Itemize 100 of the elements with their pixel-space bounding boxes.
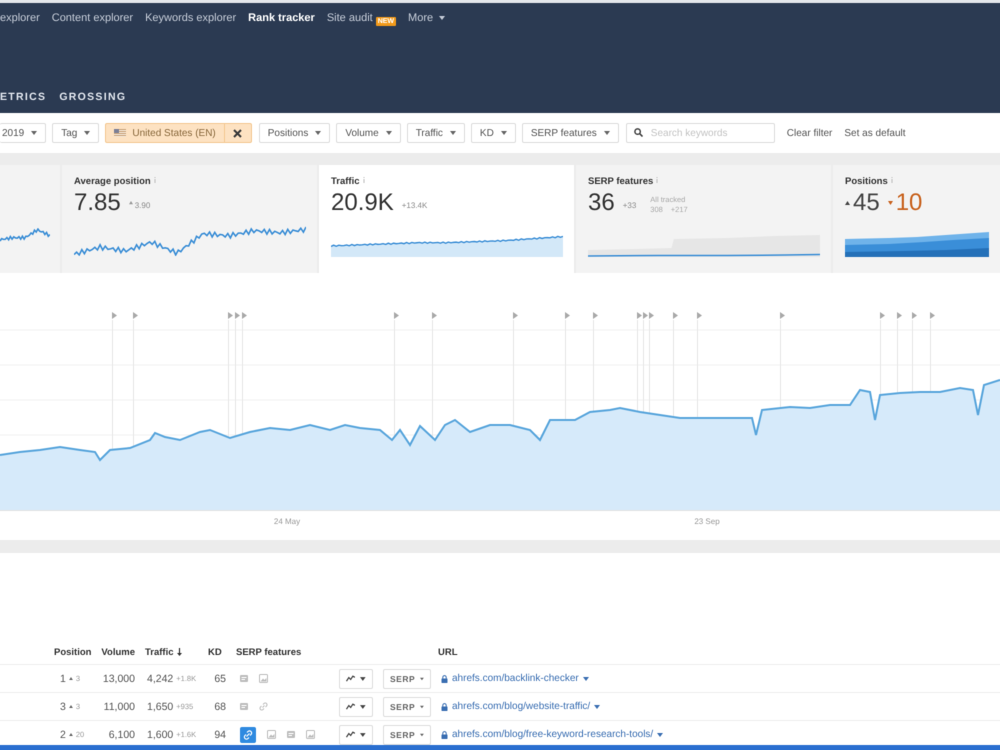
flag-marker-icon[interactable]	[432, 312, 437, 319]
metric-title: SERP features	[588, 177, 654, 187]
caret-icon	[31, 131, 38, 135]
column-header[interactable]: URL	[438, 646, 1000, 658]
search-field[interactable]: Search keywords	[626, 123, 775, 143]
url-link[interactable]: ahrefs.com/blog/free-keyword-research-tools/	[452, 729, 654, 740]
flag-marker-icon[interactable]	[133, 312, 138, 319]
metric-title: Positions	[845, 177, 888, 187]
trend-line-icon	[346, 703, 356, 710]
caret-icon	[315, 131, 322, 135]
axis-label: 23 Sep	[694, 517, 720, 526]
kd-cell-text: 65	[213, 672, 227, 684]
flag-marker-icon[interactable]	[565, 312, 570, 319]
flag-icon	[114, 129, 126, 137]
nav-link[interactable]: Content explorer	[52, 12, 134, 24]
metric-title: Average position	[74, 177, 151, 187]
flag-marker-icon[interactable]	[643, 312, 648, 319]
nav-link[interactable]: More	[408, 12, 446, 24]
triangle-up-icon	[68, 676, 73, 680]
filter-dropdown[interactable]: KD	[470, 123, 516, 143]
serp-button[interactable]: SERP	[383, 668, 431, 688]
position-value: 1	[60, 672, 66, 684]
serp-button[interactable]: SERP	[383, 724, 431, 744]
filter-dropdown[interactable]: Volume	[336, 123, 401, 143]
metric-change: 3.90	[134, 200, 150, 210]
flag-marker-icon[interactable]	[394, 312, 399, 319]
search-icon	[634, 128, 643, 137]
caret-icon	[500, 131, 507, 135]
metric-card[interactable]: Positions 45 10	[833, 165, 1000, 273]
column-header[interactable]: Volume	[100, 646, 145, 658]
caret-icon	[84, 131, 90, 135]
flag-marker-icon[interactable]	[242, 312, 247, 319]
filter-dropdown[interactable]: Positions	[258, 123, 330, 143]
column-header[interactable]: Position	[54, 646, 100, 658]
flag-marker-icon[interactable]	[697, 312, 702, 319]
filter-dropdown[interactable]: Traffic	[406, 123, 465, 143]
metric-card[interactable]: Average position 7.85 3.90	[62, 165, 317, 273]
flag-marker-icon[interactable]	[112, 312, 117, 319]
flag-marker-icon[interactable]	[930, 312, 935, 319]
chart-dropdown-button[interactable]	[339, 668, 373, 688]
caret-icon	[450, 131, 456, 135]
flag-marker-icon[interactable]	[228, 312, 233, 319]
nav-link[interactable]: Keywords explorer	[145, 12, 236, 24]
lock-icon	[441, 730, 448, 738]
info-icon	[890, 177, 893, 183]
volume-cell-text: 13,000	[102, 672, 136, 684]
url-link[interactable]: ahrefs.com/blog/website-traffic/	[452, 701, 590, 712]
column-header[interactable]: KD	[208, 646, 236, 658]
metric-title: Traffic	[331, 177, 360, 187]
project-tab[interactable]: GROSSING	[59, 91, 126, 103]
trend-line-icon	[346, 675, 356, 682]
caret-icon	[582, 676, 589, 680]
lock-icon	[441, 702, 448, 710]
filter-link[interactable]: Clear filter	[786, 128, 832, 138]
kd-cell-text: 68	[213, 700, 227, 712]
volume-cell-text: 11,000	[102, 700, 136, 712]
filter-dropdown[interactable]: SERP features	[522, 123, 619, 143]
metric-value: 20.9K	[331, 190, 394, 216]
chart-dropdown-button[interactable]	[339, 724, 373, 744]
flag-marker-icon[interactable]	[897, 312, 902, 319]
axis-label: 24 May	[274, 517, 300, 526]
kd-cell-text: 94	[213, 728, 227, 740]
flag-marker-icon[interactable]	[513, 312, 518, 319]
caret-icon	[360, 676, 366, 680]
nav-link[interactable]: Rank tracker	[248, 12, 315, 24]
metric-value: 36	[588, 190, 615, 216]
country-filter-button[interactable]: United States (EN)	[106, 124, 224, 142]
flag-marker-icon[interactable]	[673, 312, 678, 319]
metric-card[interactable]: Traffic 20.9K +13.4K	[319, 165, 574, 273]
project-tab[interactable]: ETRICS	[0, 91, 46, 103]
filter-link[interactable]: Set as default	[844, 128, 906, 138]
metric-card[interactable]	[0, 165, 60, 273]
flag-marker-icon[interactable]	[593, 312, 598, 319]
flag-marker-icon[interactable]	[649, 312, 654, 319]
traffic-value: 4,242	[147, 672, 174, 684]
metric-change: +33	[622, 200, 636, 210]
column-header[interactable]: Traffic	[145, 646, 208, 658]
nav-link[interactable]: explorer	[0, 12, 40, 24]
filter-dropdown[interactable]: Tag	[52, 123, 100, 143]
flag-marker-icon[interactable]	[880, 312, 885, 319]
nav-link[interactable]: Site audit	[326, 12, 373, 24]
column-header[interactable]: SERP features	[236, 646, 336, 658]
filter-dropdown[interactable]: 2019	[0, 123, 46, 143]
traffic-value: 1,600	[147, 728, 174, 740]
info-icon	[362, 177, 365, 183]
triangle-up-icon	[68, 704, 73, 708]
caret-icon	[360, 732, 366, 736]
flag-marker-icon[interactable]	[912, 312, 917, 319]
caret-icon	[420, 732, 424, 736]
flag-marker-icon[interactable]	[637, 312, 642, 319]
metric-change: +13.4K	[402, 200, 428, 210]
serp-button[interactable]: SERP	[383, 696, 431, 716]
triangle-up-icon	[845, 201, 850, 205]
flag-marker-icon[interactable]	[235, 312, 240, 319]
flag-marker-icon[interactable]	[780, 312, 785, 319]
volume-cell-text: 6,100	[108, 728, 136, 740]
chart-dropdown-button[interactable]	[339, 696, 373, 716]
sort-arrow-icon	[176, 648, 182, 656]
url-link[interactable]: ahrefs.com/backlink-checker	[452, 673, 579, 684]
position-value: 2	[60, 728, 66, 740]
